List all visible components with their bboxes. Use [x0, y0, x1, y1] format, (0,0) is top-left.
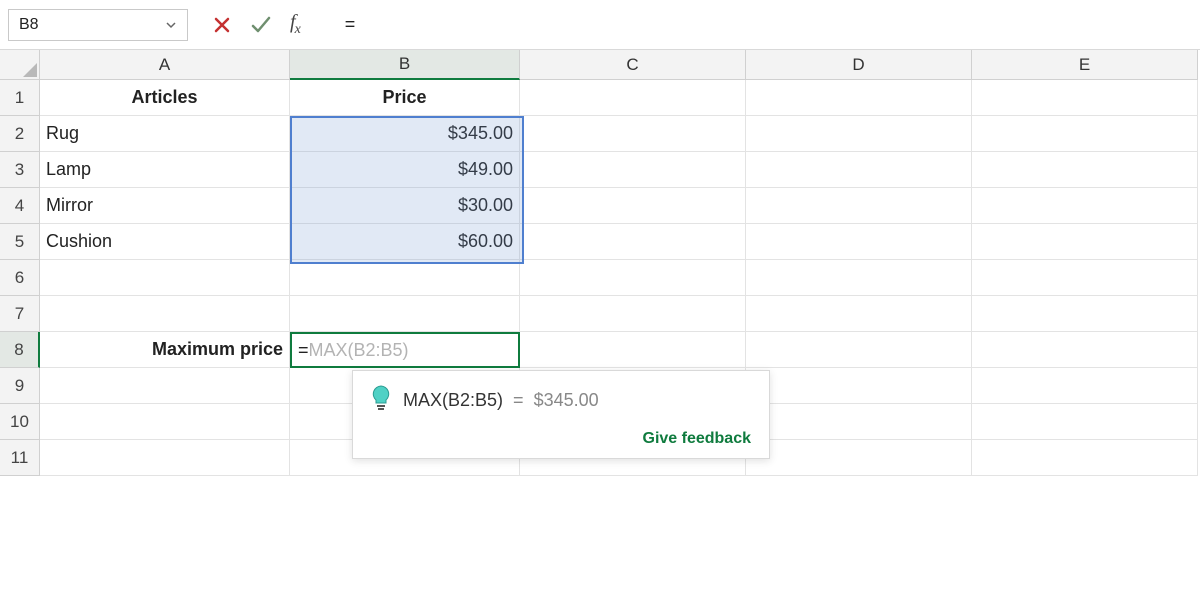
cell-A5[interactable]: Cushion	[40, 224, 290, 260]
formula-suggestion-tooltip: MAX(B2:B5) = $345.00 Give feedback	[352, 370, 770, 459]
cell-B2[interactable]: $345.00	[290, 116, 520, 152]
cell-D10[interactable]	[746, 404, 972, 440]
cell-C7[interactable]	[520, 296, 746, 332]
row-header-2[interactable]: 2	[0, 116, 40, 152]
spreadsheet-grid: A B C D E 1 2 3 4 5 6 7 8 9 10 11 Articl…	[0, 50, 1200, 600]
cell-B8[interactable]: =MAX(B2:B5)	[290, 332, 520, 368]
cell-B1[interactable]: Price	[290, 80, 520, 116]
cell-E6[interactable]	[972, 260, 1198, 296]
give-feedback-link[interactable]: Give feedback	[371, 430, 751, 448]
cell-C3[interactable]	[520, 152, 746, 188]
cell-C8[interactable]	[520, 332, 746, 368]
cell-A10[interactable]	[40, 404, 290, 440]
cell-E11[interactable]	[972, 440, 1198, 476]
col-header-E[interactable]: E	[972, 50, 1198, 80]
cell-B8-typed: =	[298, 340, 309, 361]
cell-E4[interactable]	[972, 188, 1198, 224]
tooltip-result: $345.00	[534, 390, 599, 410]
col-header-C[interactable]: C	[520, 50, 746, 80]
cell-B4[interactable]: $30.00	[290, 188, 520, 224]
cell-A3[interactable]: Lamp	[40, 152, 290, 188]
col-header-D[interactable]: D	[746, 50, 972, 80]
col-header-B[interactable]: B	[290, 50, 520, 80]
cell-C5[interactable]	[520, 224, 746, 260]
cell-D1[interactable]	[746, 80, 972, 116]
col-header-A[interactable]: A	[40, 50, 290, 80]
column-headers: A B C D E	[40, 50, 1198, 80]
cell-C1[interactable]	[520, 80, 746, 116]
cell-A1[interactable]: Articles	[40, 80, 290, 116]
name-box-value: B8	[19, 16, 165, 34]
row-header-7[interactable]: 7	[0, 296, 40, 332]
select-all-corner[interactable]	[0, 50, 40, 80]
chevron-down-icon[interactable]	[165, 19, 177, 31]
cell-A6[interactable]	[40, 260, 290, 296]
cell-E2[interactable]	[972, 116, 1198, 152]
cell-D6[interactable]	[746, 260, 972, 296]
cell-E1[interactable]	[972, 80, 1198, 116]
cell-D3[interactable]	[746, 152, 972, 188]
cell-E8[interactable]	[972, 332, 1198, 368]
cell-A7[interactable]	[40, 296, 290, 332]
row-header-11[interactable]: 11	[0, 440, 40, 476]
cell-A8[interactable]: Maximum price	[40, 332, 290, 368]
cell-E10[interactable]	[972, 404, 1198, 440]
cell-C4[interactable]	[520, 188, 746, 224]
row-header-6[interactable]: 6	[0, 260, 40, 296]
name-box[interactable]: B8	[8, 9, 188, 41]
formula-input-value: =	[345, 14, 356, 35]
cell-C2[interactable]	[520, 116, 746, 152]
row-header-9[interactable]: 9	[0, 368, 40, 404]
cell-D8[interactable]	[746, 332, 972, 368]
row-headers: 1 2 3 4 5 6 7 8 9 10 11	[0, 80, 40, 476]
tooltip-equals: =	[513, 390, 524, 410]
cell-B7[interactable]	[290, 296, 520, 332]
cell-E5[interactable]	[972, 224, 1198, 260]
cell-D2[interactable]	[746, 116, 972, 152]
cell-B3[interactable]: $49.00	[290, 152, 520, 188]
row-header-10[interactable]: 10	[0, 404, 40, 440]
cell-C6[interactable]	[520, 260, 746, 296]
cell-A11[interactable]	[40, 440, 290, 476]
cell-E3[interactable]	[972, 152, 1198, 188]
row-header-3[interactable]: 3	[0, 152, 40, 188]
lightbulb-icon	[371, 385, 391, 416]
row-header-4[interactable]: 4	[0, 188, 40, 224]
cell-D11[interactable]	[746, 440, 972, 476]
cell-D7[interactable]	[746, 296, 972, 332]
formula-bar-icons: fx	[212, 11, 316, 38]
cell-A9[interactable]	[40, 368, 290, 404]
tooltip-formula: MAX(B2:B5)	[403, 390, 503, 410]
enter-icon[interactable]	[250, 14, 272, 36]
cell-D4[interactable]	[746, 188, 972, 224]
row-header-1[interactable]: 1	[0, 80, 40, 116]
fx-icon[interactable]: fx	[290, 11, 300, 38]
cell-E7[interactable]	[972, 296, 1198, 332]
cell-B8-suggestion: MAX(B2:B5)	[309, 340, 409, 361]
cell-D9[interactable]	[746, 368, 972, 404]
cell-B6[interactable]	[290, 260, 520, 296]
row-header-8[interactable]: 8	[0, 332, 40, 368]
cell-A4[interactable]: Mirror	[40, 188, 290, 224]
cancel-icon[interactable]	[212, 15, 232, 35]
formula-input[interactable]: =	[336, 8, 1192, 42]
cell-E9[interactable]	[972, 368, 1198, 404]
cell-A2[interactable]: Rug	[40, 116, 290, 152]
cell-B5[interactable]: $60.00	[290, 224, 520, 260]
formula-bar: B8 fx =	[0, 0, 1200, 50]
row-header-5[interactable]: 5	[0, 224, 40, 260]
cell-D5[interactable]	[746, 224, 972, 260]
